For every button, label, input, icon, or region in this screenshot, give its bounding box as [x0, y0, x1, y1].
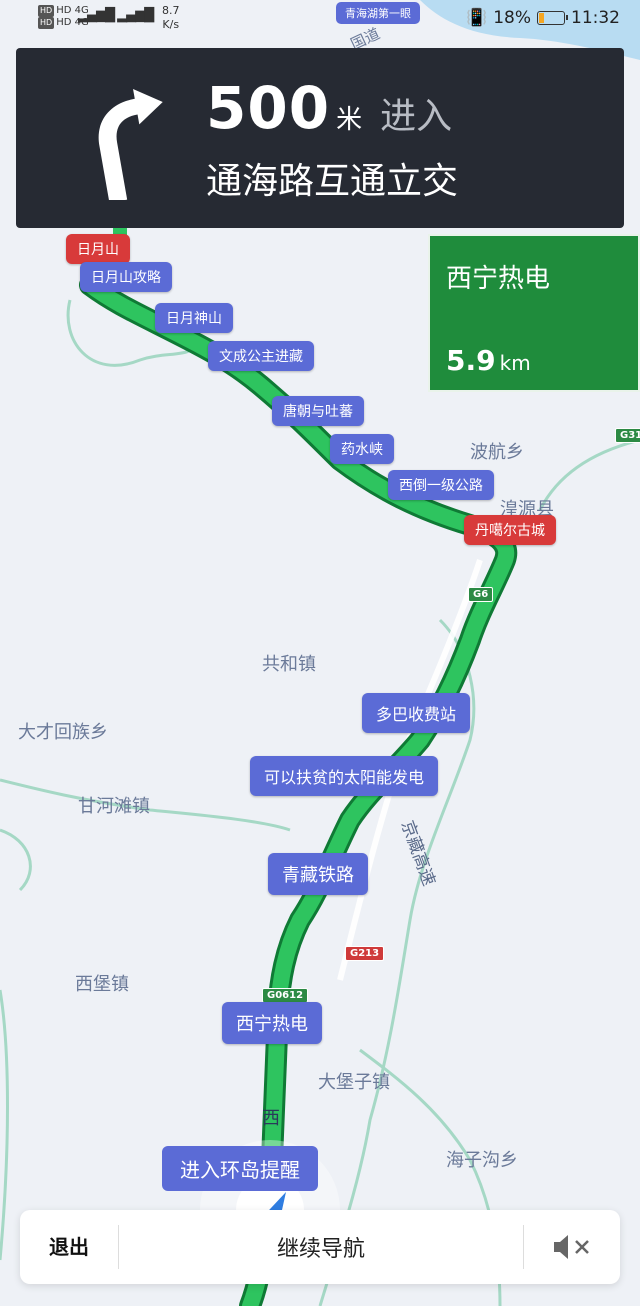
- road-name: 通海路互通立交: [206, 161, 459, 202]
- vibrate-icon: 📳: [466, 8, 488, 28]
- speaker-muted-icon: [554, 1235, 589, 1259]
- poi-label[interactable]: 文成公主进藏: [208, 341, 314, 371]
- poi-label[interactable]: 青藏铁路: [268, 853, 368, 895]
- roundabout-hint: 进入环岛提醒: [162, 1146, 318, 1191]
- destination-card[interactable]: 西宁热电 5.9 km: [428, 234, 640, 392]
- poi-label[interactable]: 日月山: [66, 234, 130, 264]
- poi-label[interactable]: 多巴收费站: [362, 693, 471, 733]
- town-label: 大堡子镇: [318, 1072, 390, 1093]
- action-label: 进入: [380, 96, 453, 137]
- poi-label[interactable]: 西宁热电: [222, 1002, 322, 1044]
- poi-label[interactable]: 唐朝与吐蕃: [272, 396, 364, 426]
- poi-label[interactable]: 丹噶尔古城: [464, 515, 556, 545]
- town-label: 波航乡: [470, 442, 524, 463]
- town-label: 西堡镇: [75, 974, 129, 995]
- town-label: 海子沟乡: [446, 1150, 518, 1171]
- signal-icon: ▂▄▆█ ▂▄▆█: [78, 8, 154, 23]
- battery-icon: [537, 11, 568, 25]
- network-speed: 8.7 K/s: [162, 4, 180, 31]
- highway-shield: G6: [468, 587, 494, 602]
- poi-label[interactable]: 西倒一级公路: [388, 470, 494, 500]
- distance-value: 500: [206, 74, 331, 142]
- battery-percent: 18%: [493, 8, 531, 28]
- town-label: 大才回族乡: [18, 722, 108, 743]
- turn-instruction-banner[interactable]: 500 米 进入 通海路互通立交: [16, 48, 624, 228]
- poi-label[interactable]: 药水峡: [330, 434, 394, 464]
- turn-right-arrow-icon: [98, 88, 163, 200]
- destination-distance: 5.9 km: [446, 344, 531, 377]
- status-bar: HD HD 4G HD HD 4G ▂▄▆█ ▂▄▆█ 8.7 K/s 📳 18% 1…: [0, 0, 640, 40]
- distance-unit: 米: [336, 105, 363, 135]
- bottom-action-bar: 退出 继续导航: [20, 1210, 620, 1284]
- highway-shield: G31: [615, 428, 640, 443]
- continue-navigation-button[interactable]: 继续导航: [119, 1231, 523, 1263]
- town-label: 共和镇: [262, 654, 316, 675]
- mute-button[interactable]: [523, 1225, 620, 1269]
- poi-label[interactable]: 可以扶贫的太阳能发电: [250, 756, 439, 796]
- road-label: 西: [262, 1108, 280, 1129]
- highway-shield: G0612: [262, 988, 309, 1003]
- destination-name: 西宁热电: [446, 264, 551, 294]
- poi-label[interactable]: 日月山攻略: [80, 262, 172, 292]
- poi-label[interactable]: 日月神山: [155, 303, 233, 333]
- highway-shield: G213: [345, 946, 385, 961]
- clock: 11:32: [571, 8, 620, 28]
- town-label: 甘河滩镇: [78, 796, 150, 817]
- exit-button[interactable]: 退出: [20, 1225, 119, 1269]
